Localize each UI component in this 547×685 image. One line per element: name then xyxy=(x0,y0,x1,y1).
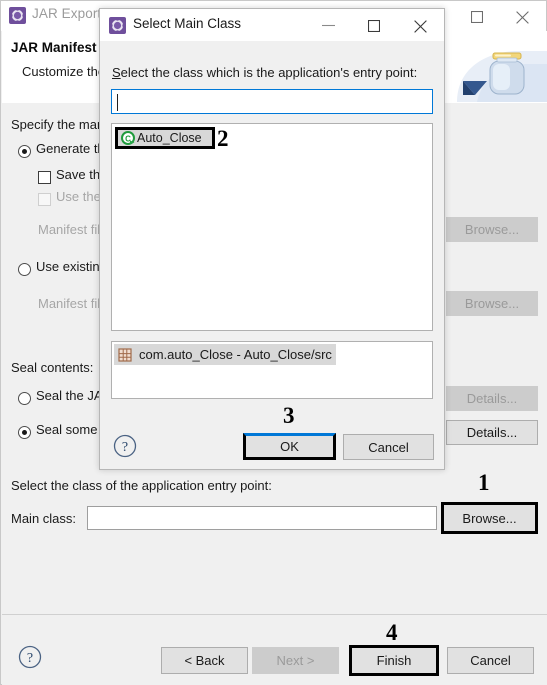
package-icon xyxy=(118,347,132,362)
main-class-input[interactable] xyxy=(87,506,437,530)
dialog-titlebar: Select Main Class xyxy=(100,9,444,41)
seal-details-button-2[interactable]: Details... xyxy=(446,420,538,445)
main-class-browse-button[interactable]: Browse... xyxy=(441,502,538,534)
matches-list[interactable]: C Auto_Close xyxy=(111,123,433,331)
wizard-cancel-button[interactable]: Cancel xyxy=(447,647,534,674)
dialog-help-icon[interactable]: ? xyxy=(113,434,137,458)
dialog-prompt-mnemonic: S xyxy=(112,65,121,80)
wizard-back-button[interactable]: < Back xyxy=(161,647,248,674)
svg-text:?: ? xyxy=(122,440,128,455)
wizard-help-icon[interactable]: ? xyxy=(18,645,42,669)
wizard-next-button[interactable]: Next > xyxy=(252,647,339,674)
manifest-browse-button-1[interactable]: Browse... xyxy=(446,217,538,242)
select-main-class-dialog: Select Main Class Select the class which… xyxy=(99,8,445,470)
main-class-label: Main class: xyxy=(11,511,77,526)
dialog-minimize-button[interactable] xyxy=(306,9,352,41)
dialog-ok-button[interactable]: OK xyxy=(243,433,336,460)
wizard-title: JAR Export xyxy=(32,6,102,21)
wizard-footer: ? < Back Next > Finish Cancel 4 xyxy=(2,614,547,685)
dialog-body: Select the class which is the applicatio… xyxy=(100,41,444,469)
seal-section-label: Seal contents: xyxy=(11,360,94,375)
qualifier-list[interactable]: com.auto_Close - Auto_Close/src xyxy=(111,341,433,399)
dialog-prompt-rest: elect the class which is the application… xyxy=(120,65,418,80)
entry-point-label: Select the class of the application entr… xyxy=(11,478,272,493)
manifest-browse-button-2[interactable]: Browse... xyxy=(446,291,538,316)
seal-details-button-1[interactable]: Details... xyxy=(446,386,538,411)
dialog-prompt-label: Select the class which is the applicatio… xyxy=(112,65,417,80)
matches-list-item-label: Auto_Close xyxy=(137,131,202,145)
annotation-4: 4 xyxy=(386,620,398,645)
checkbox-save-manifest[interactable] xyxy=(38,171,51,184)
jar-banner-image xyxy=(437,31,547,102)
svg-text:?: ? xyxy=(27,651,33,666)
dialog-title: Select Main Class xyxy=(133,16,242,31)
radio-seal-some-packages[interactable] xyxy=(18,426,31,439)
screenshot-root: JAR Export JAR Manifest Specification Cu… xyxy=(0,0,547,685)
dialog-maximize-button[interactable] xyxy=(352,9,398,41)
annotation-3: 3 xyxy=(283,403,295,428)
text-caret xyxy=(117,94,118,111)
wizard-maximize-button[interactable] xyxy=(456,1,501,31)
eclipse-gear-icon xyxy=(109,17,126,34)
class-filter-input[interactable] xyxy=(111,89,433,114)
radio-generate-manifest[interactable] xyxy=(18,145,31,158)
annotation-1: 1 xyxy=(478,470,490,495)
dialog-cancel-button[interactable]: Cancel xyxy=(343,434,434,460)
java-class-icon: C xyxy=(121,130,136,146)
qualifier-list-item[interactable]: com.auto_Close - Auto_Close/src xyxy=(114,344,336,365)
dialog-close-button[interactable] xyxy=(398,9,444,41)
wizard-close-button[interactable] xyxy=(501,1,546,31)
qualifier-list-item-label: com.auto_Close - Auto_Close/src xyxy=(139,347,332,362)
annotation-2: 2 xyxy=(217,126,229,151)
eclipse-gear-icon xyxy=(9,7,26,24)
wizard-finish-button[interactable]: Finish xyxy=(349,645,439,676)
matches-list-item[interactable]: C Auto_Close xyxy=(115,127,215,149)
radio-use-existing-manifest[interactable] xyxy=(18,263,31,276)
radio-seal-jar[interactable] xyxy=(18,392,31,405)
checkbox-use-saved-manifest[interactable] xyxy=(38,193,51,206)
